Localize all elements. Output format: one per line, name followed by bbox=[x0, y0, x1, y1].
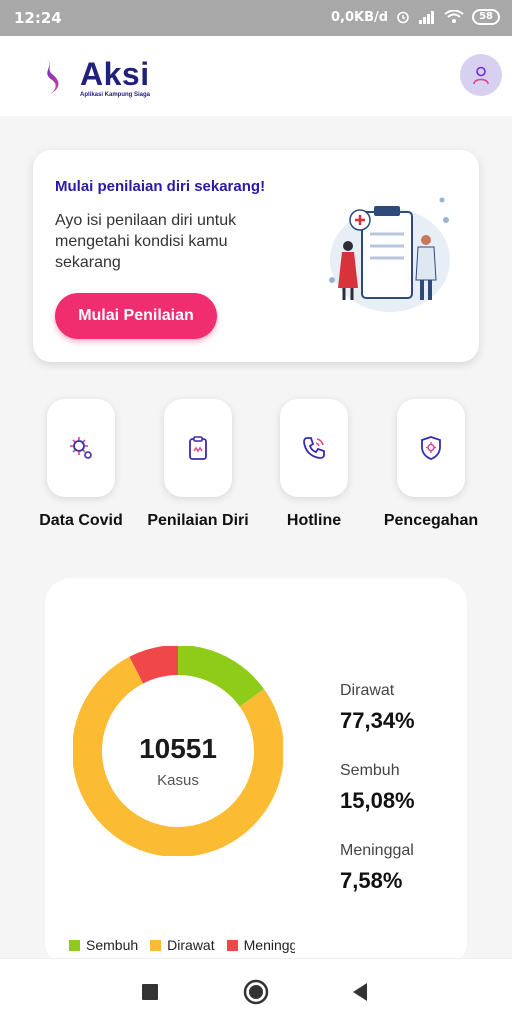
donut-slice-sembuh bbox=[177, 646, 265, 708]
menu-label-self-assessment: Penilaian Diri bbox=[147, 512, 249, 529]
chart-legend: Sembuh Dirawat Meningg bbox=[69, 934, 295, 956]
start-assessment-button[interactable]: Mulai Penilaian bbox=[55, 293, 217, 339]
legend-label-deceased: Meningg bbox=[243, 937, 295, 953]
menu-data-covid[interactable] bbox=[47, 399, 115, 497]
clipboard-icon bbox=[189, 436, 207, 460]
stat-value-deceased: 7,58% bbox=[340, 868, 403, 893]
stat-value-treated: 77,34% bbox=[340, 708, 415, 733]
back-triangle-icon bbox=[353, 983, 367, 1001]
home-button[interactable] bbox=[241, 977, 271, 1007]
legend-item-deceased: Meningg bbox=[226, 934, 295, 956]
back-button[interactable] bbox=[345, 977, 375, 1007]
network-speed: 0,0KB/d bbox=[331, 9, 389, 25]
status-icons: 0,0KB/d 58 bbox=[331, 9, 500, 25]
virus-icon bbox=[70, 437, 92, 459]
card-title: Mulai penilaian diri sekarang! bbox=[55, 178, 266, 195]
legend-item-recovered: Sembuh bbox=[69, 934, 138, 956]
doctor-illustration bbox=[329, 197, 450, 312]
menu-prevention[interactable] bbox=[397, 399, 465, 497]
covid-stats-card: 10551 Kasus Dirawat 77,34% Sembuh 15,08%… bbox=[45, 578, 467, 968]
legend-swatch-deceased bbox=[226, 939, 238, 951]
user-icon bbox=[473, 66, 489, 85]
total-cases: 10551 bbox=[139, 733, 217, 764]
phone-icon bbox=[303, 437, 325, 459]
recent-apps-button[interactable] bbox=[135, 977, 165, 1007]
menu-self-assessment[interactable] bbox=[164, 399, 232, 497]
card-description: Ayo isi penilaan diri untuk mengetahi ko… bbox=[55, 212, 237, 271]
app-header: Aksi Aplikasi Kampung Siaga bbox=[0, 36, 512, 116]
stat-label-treated: Dirawat bbox=[340, 682, 395, 699]
menu-label-data-covid: Data Covid bbox=[39, 512, 123, 529]
signal-icon bbox=[419, 11, 435, 24]
shield-icon bbox=[421, 436, 441, 460]
assessment-card: Mulai penilaian diri sekarang! Ayo isi p… bbox=[33, 150, 479, 362]
battery-icon: 58 bbox=[472, 9, 500, 25]
stat-label-deceased: Meninggal bbox=[340, 842, 414, 859]
app-tagline: Aplikasi Kampung Siaga bbox=[80, 92, 151, 98]
profile-button[interactable] bbox=[460, 54, 502, 96]
legend-swatch-recovered bbox=[69, 939, 80, 951]
menu-label-hotline: Hotline bbox=[286, 512, 342, 529]
legend-item-treated: Dirawat bbox=[150, 934, 215, 956]
logo-icon bbox=[46, 58, 59, 94]
status-time: 12:24 bbox=[14, 9, 62, 27]
circle-icon bbox=[243, 979, 269, 1005]
stat-value-recovered: 15,08% bbox=[340, 788, 415, 813]
menu-hotline[interactable] bbox=[280, 399, 348, 497]
donut-slice-meninggal bbox=[129, 646, 179, 684]
legend-label-recovered: Sembuh bbox=[86, 937, 139, 953]
legend-swatch-treated bbox=[150, 939, 162, 951]
menu-label-prevention: Pencegahan bbox=[383, 512, 479, 529]
wifi-icon bbox=[444, 10, 464, 23]
total-cases-label: Kasus bbox=[157, 772, 199, 789]
legend-label-treated: Dirawat bbox=[167, 937, 215, 953]
alarm-icon bbox=[397, 11, 409, 24]
app-name: Aksi bbox=[80, 56, 150, 92]
status-bar: 12:24 0,0KB/d 58 bbox=[0, 0, 512, 36]
square-icon bbox=[142, 984, 158, 1000]
stat-label-recovered: Sembuh bbox=[340, 762, 400, 779]
system-nav-bar bbox=[0, 958, 512, 1024]
